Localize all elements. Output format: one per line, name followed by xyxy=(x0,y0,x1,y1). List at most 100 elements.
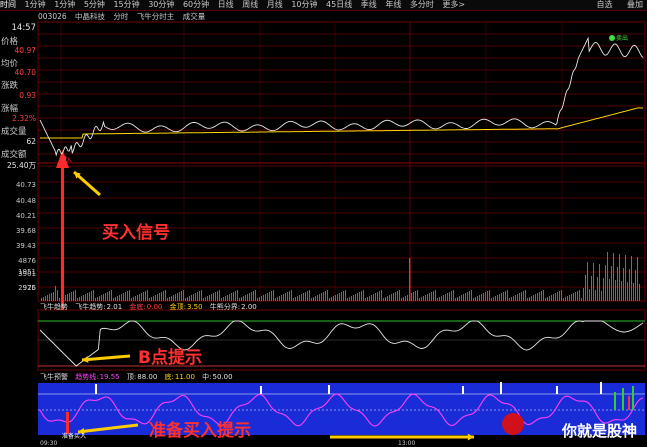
indicator1-param-label: 金顶: xyxy=(169,303,186,311)
volume-bar xyxy=(369,296,370,301)
volume-bar xyxy=(625,255,626,301)
volume-bar xyxy=(573,293,574,301)
volume-bar xyxy=(401,298,402,301)
volume-bar xyxy=(165,290,166,301)
volume-bar xyxy=(55,286,56,301)
peak-marker xyxy=(95,384,97,394)
volume-bar xyxy=(435,290,436,301)
volume-bar xyxy=(521,292,522,301)
volume-bar xyxy=(73,291,74,301)
volume-bar xyxy=(197,292,198,301)
volume-bar xyxy=(117,296,118,301)
volume-bar xyxy=(107,292,108,301)
volume-bar xyxy=(139,294,140,301)
volume-bar xyxy=(321,293,322,301)
volume-bar xyxy=(631,256,632,301)
price-line xyxy=(39,36,644,157)
indicator2-param-label: 顶: xyxy=(126,373,137,381)
volume-bar xyxy=(599,264,600,301)
volume-bar xyxy=(269,292,270,301)
indicator1-param-value: 0.00 xyxy=(146,303,163,311)
volume-bar xyxy=(609,279,610,301)
volume-bar xyxy=(381,290,382,301)
indicator1-param-value: 3.50 xyxy=(186,303,203,311)
volume-bar xyxy=(273,290,274,301)
volume-bar xyxy=(419,298,420,301)
volume-bar xyxy=(99,296,100,301)
volume-bar xyxy=(489,290,490,301)
volume-bar xyxy=(493,297,494,301)
volume-bar xyxy=(409,258,411,301)
volume-bar xyxy=(159,293,160,301)
volume-bar xyxy=(121,294,122,301)
volume-bar xyxy=(91,291,92,301)
volume-bar xyxy=(41,298,42,301)
volume-bar xyxy=(327,290,328,301)
indicator2-name: 飞牛预警 xyxy=(40,373,68,381)
time-axis-mid: 13:00 xyxy=(398,440,416,447)
volume-bar xyxy=(519,293,520,301)
volume-bar xyxy=(95,298,96,301)
volume-bar xyxy=(555,293,556,301)
volume-bar xyxy=(307,291,308,301)
volume-bar xyxy=(397,291,398,301)
volume-bar xyxy=(515,295,516,301)
volume-bar xyxy=(595,290,596,301)
buy-signal-annotation: 买入信号 xyxy=(102,223,170,243)
volume-bar xyxy=(57,290,58,301)
indicator1-name: 飞牛趋势 xyxy=(40,303,68,311)
volume-bar xyxy=(243,296,244,301)
volume-bar xyxy=(585,275,586,301)
volume-bar xyxy=(583,288,584,301)
volume-bar xyxy=(479,295,480,301)
volume-bar xyxy=(249,293,250,301)
warning-indicator-legend: 飞牛预警 趋势线:19.55 顶:88.00 底:11.00 中:50.00 xyxy=(40,372,238,382)
volume-bar xyxy=(569,295,570,301)
volume-bar xyxy=(377,292,378,301)
volume-bar xyxy=(507,290,508,301)
volume-bar xyxy=(577,291,578,301)
volume-bar xyxy=(581,298,582,301)
indicator2-param-label: 底: xyxy=(164,373,174,381)
indicator1-param-value: 2.00 xyxy=(241,303,257,311)
indicator1-param-label: 牛熊分界: xyxy=(209,303,241,311)
volume-bar xyxy=(127,291,128,301)
volume-bar xyxy=(309,290,310,301)
volume-bar xyxy=(141,293,142,301)
volume-bar xyxy=(223,297,224,301)
volume-bar xyxy=(263,295,264,301)
volume-bar xyxy=(537,293,538,301)
volume-bar xyxy=(491,298,492,301)
volume-bar xyxy=(105,293,106,301)
volume-bar xyxy=(229,294,230,301)
volume-bar xyxy=(45,296,46,301)
volume-bar xyxy=(563,298,564,301)
volume-bar xyxy=(431,292,432,301)
volume-bar xyxy=(231,293,232,301)
volume-bar xyxy=(167,298,168,301)
volume-bar xyxy=(351,296,352,301)
volume-bar xyxy=(289,291,290,301)
volume-bar xyxy=(367,297,368,301)
volume-bar xyxy=(533,295,534,301)
volume-bar xyxy=(561,290,562,301)
volume-bar xyxy=(311,298,312,301)
volume-bar xyxy=(169,297,170,301)
volume-bar xyxy=(363,290,364,301)
volume-bar xyxy=(211,294,212,301)
signal-bar xyxy=(628,396,630,410)
volume-bar xyxy=(185,298,186,301)
volume-bar xyxy=(207,296,208,301)
volume-bar xyxy=(331,297,332,301)
volume-bar xyxy=(365,298,366,301)
signal-bar xyxy=(614,392,616,410)
volume-bar xyxy=(237,290,238,301)
volume-bar xyxy=(153,296,154,301)
volume-bar xyxy=(375,293,376,301)
volume-bar xyxy=(125,292,126,301)
volume-bar xyxy=(637,257,638,301)
volume-bar xyxy=(251,292,252,301)
volume-bar xyxy=(445,294,446,301)
volume-bar xyxy=(219,290,220,301)
volume-bar xyxy=(179,292,180,301)
